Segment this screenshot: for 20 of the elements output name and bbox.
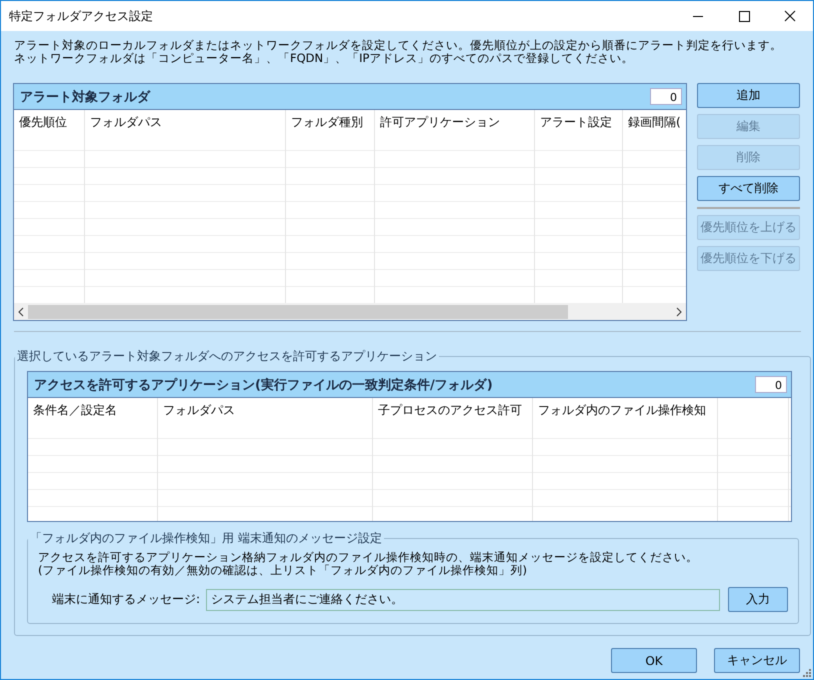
input-button[interactable]: 入力 [728,587,788,612]
field-label: 端末に通知するメッセージ: [52,591,200,608]
action-button[interactable]: 追加 [697,83,800,108]
description-text: アラート対象のローカルフォルダまたはネットワークフォルダを設定してください。優先順位が上の設定から順番にアラート判定を行います。 [14,39,783,52]
count-box: 0 [755,376,787,393]
group-title: 「フォルダ内のファイル操作検知」用 端末通知のメッセージ設定 [29,530,383,547]
panel-title: アラート対象フォルダ [20,88,150,106]
action-button[interactable]: すべて削除 [697,176,800,201]
description-text: ネットワークフォルダは「コンピューター名」、「FQDN」、「IPアドレス」のすべてのパスで登録してください。 [14,52,634,65]
note-text: (ファイル操作検知の有効／無効の確認は、上リスト「フォルダ内のファイル操作検知」列) [38,564,528,577]
count-box: 0 [650,88,682,105]
message-input-field[interactable]: システム担当者にご連絡ください。 [206,588,720,610]
note-text: アクセスを許可するアプリケーション格納フォルダ内のファイル操作検知時の、端末通知メッセージを設定してください。 [38,551,699,564]
panel-title: アクセスを許可するアプリケーション(実行ファイルの一致判定条件/フォルダ) [34,376,493,394]
ok-button[interactable]: OK [611,648,697,673]
cancel-button[interactable]: キャンセル [714,648,800,673]
horizontal-scrollbar[interactable] [14,303,686,320]
group-title: 選択しているアラート対象フォルダへのアクセスを許可するアプリケーション [16,348,438,365]
window-title: 特定フォルダアクセス設定 [8,8,153,24]
resize-grip-icon[interactable] [803,669,811,677]
